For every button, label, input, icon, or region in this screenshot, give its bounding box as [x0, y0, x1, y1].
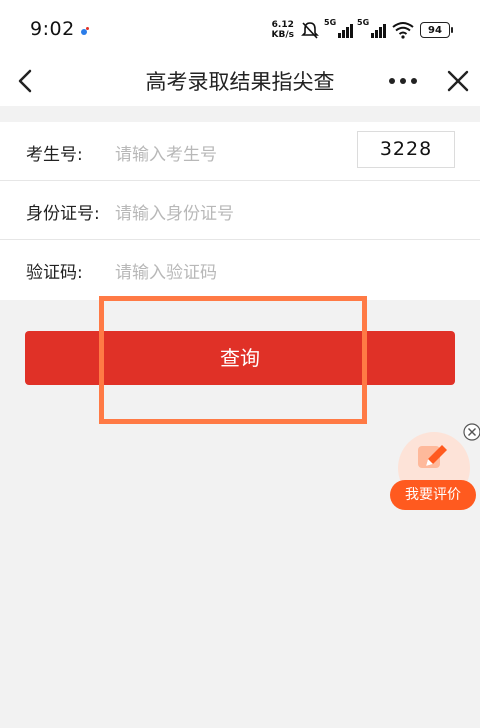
review-widget[interactable]: 我要评价 — [390, 423, 480, 512]
app-notification-icon — [81, 27, 89, 35]
status-icons: 6.12 KB/s 5G 5G 94 — [271, 18, 453, 42]
exam-number-label: 考生号: — [26, 145, 83, 165]
captcha-image[interactable]: 3228 — [357, 131, 455, 168]
wifi-icon — [392, 22, 414, 39]
id-number-label: 身份证号: — [26, 204, 100, 224]
captcha-input[interactable]: 请输入验证码 — [115, 258, 217, 283]
signal-strength-2-icon: 5G — [357, 18, 386, 38]
nav-bar: 高考录取结果指尖查 — [0, 56, 480, 106]
captcha-row: 验证码: 请输入验证码 — [0, 240, 480, 299]
exam-number-input[interactable]: 请输入考生号 — [115, 140, 217, 165]
id-number-input[interactable]: 请输入身份证号 — [115, 199, 234, 224]
battery-icon: 94 — [420, 22, 453, 38]
status-bar: 9:02 6.12 KB/s 5G 5G 94 — [0, 0, 480, 56]
close-circle-icon[interactable] — [463, 423, 480, 441]
more-options-icon[interactable] — [386, 66, 420, 96]
mute-icon — [301, 22, 319, 39]
captcha-label: 验证码: — [26, 263, 83, 283]
signal-strength-1-icon: 5G — [324, 18, 353, 38]
highlight-box — [99, 296, 367, 424]
pencil-icon — [418, 445, 447, 468]
review-button[interactable]: 我要评价 — [390, 480, 476, 510]
id-number-row: 身份证号: 请输入身份证号 — [0, 181, 480, 240]
close-icon[interactable] — [442, 65, 474, 97]
net-speed: 6.12 KB/s — [271, 20, 294, 40]
status-time: 9:02 — [30, 18, 75, 40]
